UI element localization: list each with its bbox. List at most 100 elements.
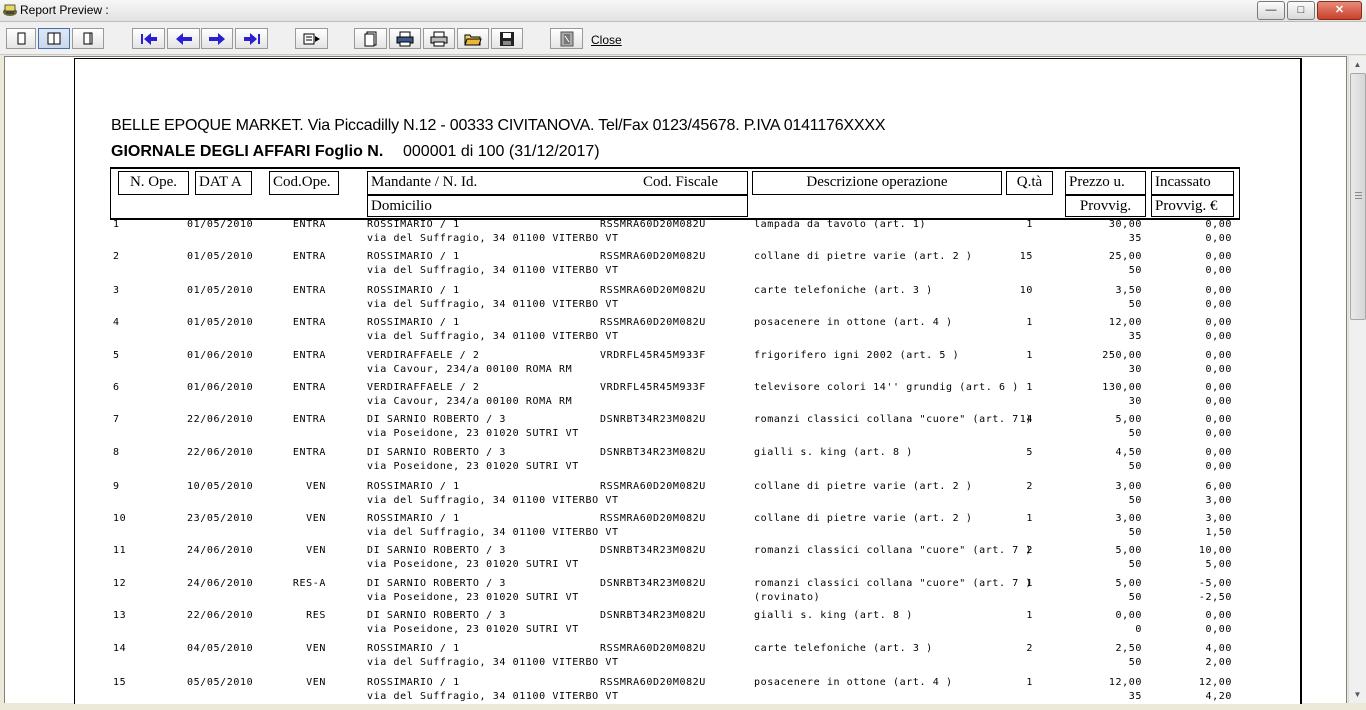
journal-number: 000001 di 100 (31/12/2017) xyxy=(403,143,600,160)
goto-page-icon xyxy=(303,33,320,44)
two-page-view-button[interactable] xyxy=(38,28,70,49)
row-domicilio: via del Suffragio, 34 01100 VITERBO VT xyxy=(367,233,619,244)
row-provvigione-eur: 2,00 xyxy=(1205,657,1232,668)
window-title: Report Preview : xyxy=(20,3,109,17)
row-provvigione: 50 xyxy=(1128,592,1142,603)
first-page-icon xyxy=(140,32,157,45)
table-row: 8 22/06/2010 ENTRA DI SARNIO ROBERTO / 3 via… xyxy=(0,447,1366,480)
row-incassato: -5,00 xyxy=(1198,578,1232,589)
minimize-button[interactable]: — xyxy=(1257,1,1285,20)
printer-setup-button[interactable] xyxy=(389,28,421,49)
scroll-up-arrow-icon[interactable]: ▲ xyxy=(1349,56,1366,73)
row-operation-code: ENTRA xyxy=(292,447,326,458)
row-incassato: 6,00 xyxy=(1205,481,1232,492)
single-page-icon xyxy=(17,32,26,44)
row-domicilio: via Poseidone, 23 01020 SUTRI VT xyxy=(367,428,579,439)
row-domicilio: via del Suffragio, 34 01100 VITERBO VT xyxy=(367,331,619,342)
close-window-button[interactable]: ✕ xyxy=(1317,1,1362,20)
save-button[interactable] xyxy=(491,28,523,49)
table-row: 10 23/05/2010 VEN ROSSIMARIO / 1 via del Suf… xyxy=(0,513,1366,546)
first-page-button[interactable] xyxy=(132,28,165,49)
printer-app-icon xyxy=(3,4,17,16)
next-page-button[interactable] xyxy=(201,28,233,49)
goto-page-button[interactable] xyxy=(295,28,328,49)
row-quantity: 1 xyxy=(1026,513,1033,524)
row-date: 24/06/2010 xyxy=(187,545,254,556)
row-codice-fiscale: DSNRBT34R23M082U xyxy=(600,578,706,589)
row-incassato: 0,00 xyxy=(1205,251,1232,262)
row-provvigione: 50 xyxy=(1128,428,1142,439)
row-date: 01/05/2010 xyxy=(187,317,254,328)
row-provvigione: 35 xyxy=(1128,691,1142,702)
previous-page-button[interactable] xyxy=(167,28,200,49)
row-quantity: 5 xyxy=(1026,447,1033,458)
last-page-icon xyxy=(243,32,260,45)
row-incassato: 12,00 xyxy=(1198,677,1232,688)
arrow-right-icon xyxy=(209,32,225,45)
row-operation-code: VEN xyxy=(306,481,326,492)
row-operation-code: RES xyxy=(306,610,326,621)
open-button[interactable] xyxy=(457,28,489,49)
row-codice-fiscale: DSNRBT34R23M082U xyxy=(600,414,706,425)
row-description: gialli s. king (art. 8 ) xyxy=(754,447,913,458)
row-quantity: 1 xyxy=(1026,382,1033,393)
row-provvigione-eur: -2,50 xyxy=(1198,592,1232,603)
row-domicilio: via del Suffragio, 34 01100 VITERBO VT xyxy=(367,265,619,276)
row-date: 22/06/2010 xyxy=(187,610,254,621)
row-mandante: ROSSIMARIO / 1 xyxy=(367,285,460,296)
table-row: 14 04/05/2010 VEN ROSSIMARIO / 1 via del Suf… xyxy=(0,643,1366,676)
page-width-icon xyxy=(83,32,93,44)
row-quantity: 14 xyxy=(1019,414,1033,425)
row-operation-code: ENTRA xyxy=(292,285,326,296)
table-row: 3 01/05/2010 ENTRA ROSSIMARIO / 1 via del Su… xyxy=(0,285,1366,318)
exit-door-icon xyxy=(560,31,573,46)
row-quantity: 1 xyxy=(1026,219,1033,230)
row-provvigione-eur: 0,00 xyxy=(1205,364,1232,375)
row-codice-fiscale: DSNRBT34R23M082U xyxy=(600,447,706,458)
row-quantity: 1 xyxy=(1026,317,1033,328)
close-preview-button[interactable] xyxy=(550,28,583,49)
table-row: 6 01/06/2010 ENTRA VERDIRAFFAELE / 2 via Cav… xyxy=(0,382,1366,415)
header-domicilio: Domicilio xyxy=(367,195,748,217)
row-date: 23/05/2010 xyxy=(187,513,254,524)
row-date: 04/05/2010 xyxy=(187,643,254,654)
row-unit-price: 25,00 xyxy=(1108,251,1142,262)
close-label[interactable]: Close xyxy=(591,33,622,47)
row-unit-price: 0,00 xyxy=(1115,610,1142,621)
row-number: 2 xyxy=(113,251,120,262)
row-provvigione-eur: 3,00 xyxy=(1205,495,1232,506)
row-number: 10 xyxy=(113,513,127,524)
row-quantity: 10 xyxy=(1019,285,1033,296)
row-unit-price: 5,00 xyxy=(1115,578,1142,589)
table-row: 1 01/05/2010 ENTRA ROSSIMARIO / 1 via del Su… xyxy=(0,219,1366,252)
row-mandante: DI SARNIO ROBERTO / 3 xyxy=(367,545,507,556)
row-mandante: ROSSIMARIO / 1 xyxy=(367,481,460,492)
row-mandante: VERDIRAFFAELE / 2 xyxy=(367,350,480,361)
journal-title: GIORNALE DEGLI AFFARI Foglio N. xyxy=(111,143,384,160)
multi-page-view-button[interactable] xyxy=(72,28,104,49)
row-mandante: VERDIRAFFAELE / 2 xyxy=(367,382,480,393)
row-provvigione: 50 xyxy=(1128,559,1142,570)
row-codice-fiscale: RSSMRA60D20M082U xyxy=(600,643,706,654)
row-unit-price: 12,00 xyxy=(1108,677,1142,688)
row-codice-fiscale: RSSMRA60D20M082U xyxy=(600,677,706,688)
one-page-view-button[interactable] xyxy=(6,28,36,49)
row-mandante: DI SARNIO ROBERTO / 3 xyxy=(367,578,507,589)
page-setup-button[interactable] xyxy=(354,28,387,49)
row-mandante: ROSSIMARIO / 1 xyxy=(367,643,460,654)
last-page-button[interactable] xyxy=(235,28,268,49)
row-mandante: ROSSIMARIO / 1 xyxy=(367,219,460,230)
row-date: 24/06/2010 xyxy=(187,578,254,589)
row-operation-code: RES-A xyxy=(292,578,326,589)
row-quantity: 2 xyxy=(1026,481,1033,492)
maximize-button[interactable]: □ xyxy=(1287,1,1315,20)
row-quantity: 1 xyxy=(1026,610,1033,621)
title-bar: Report Preview : — □ ✕ xyxy=(0,0,1366,22)
row-unit-price: 12,00 xyxy=(1108,317,1142,328)
row-incassato: 0,00 xyxy=(1205,350,1232,361)
row-number: 4 xyxy=(113,317,120,328)
row-operation-code: ENTRA xyxy=(292,350,326,361)
row-operation-code: VEN xyxy=(306,643,326,654)
table-row: 11 24/06/2010 VEN DI SARNIO ROBERTO / 3 via … xyxy=(0,545,1366,578)
print-button[interactable] xyxy=(423,28,455,49)
